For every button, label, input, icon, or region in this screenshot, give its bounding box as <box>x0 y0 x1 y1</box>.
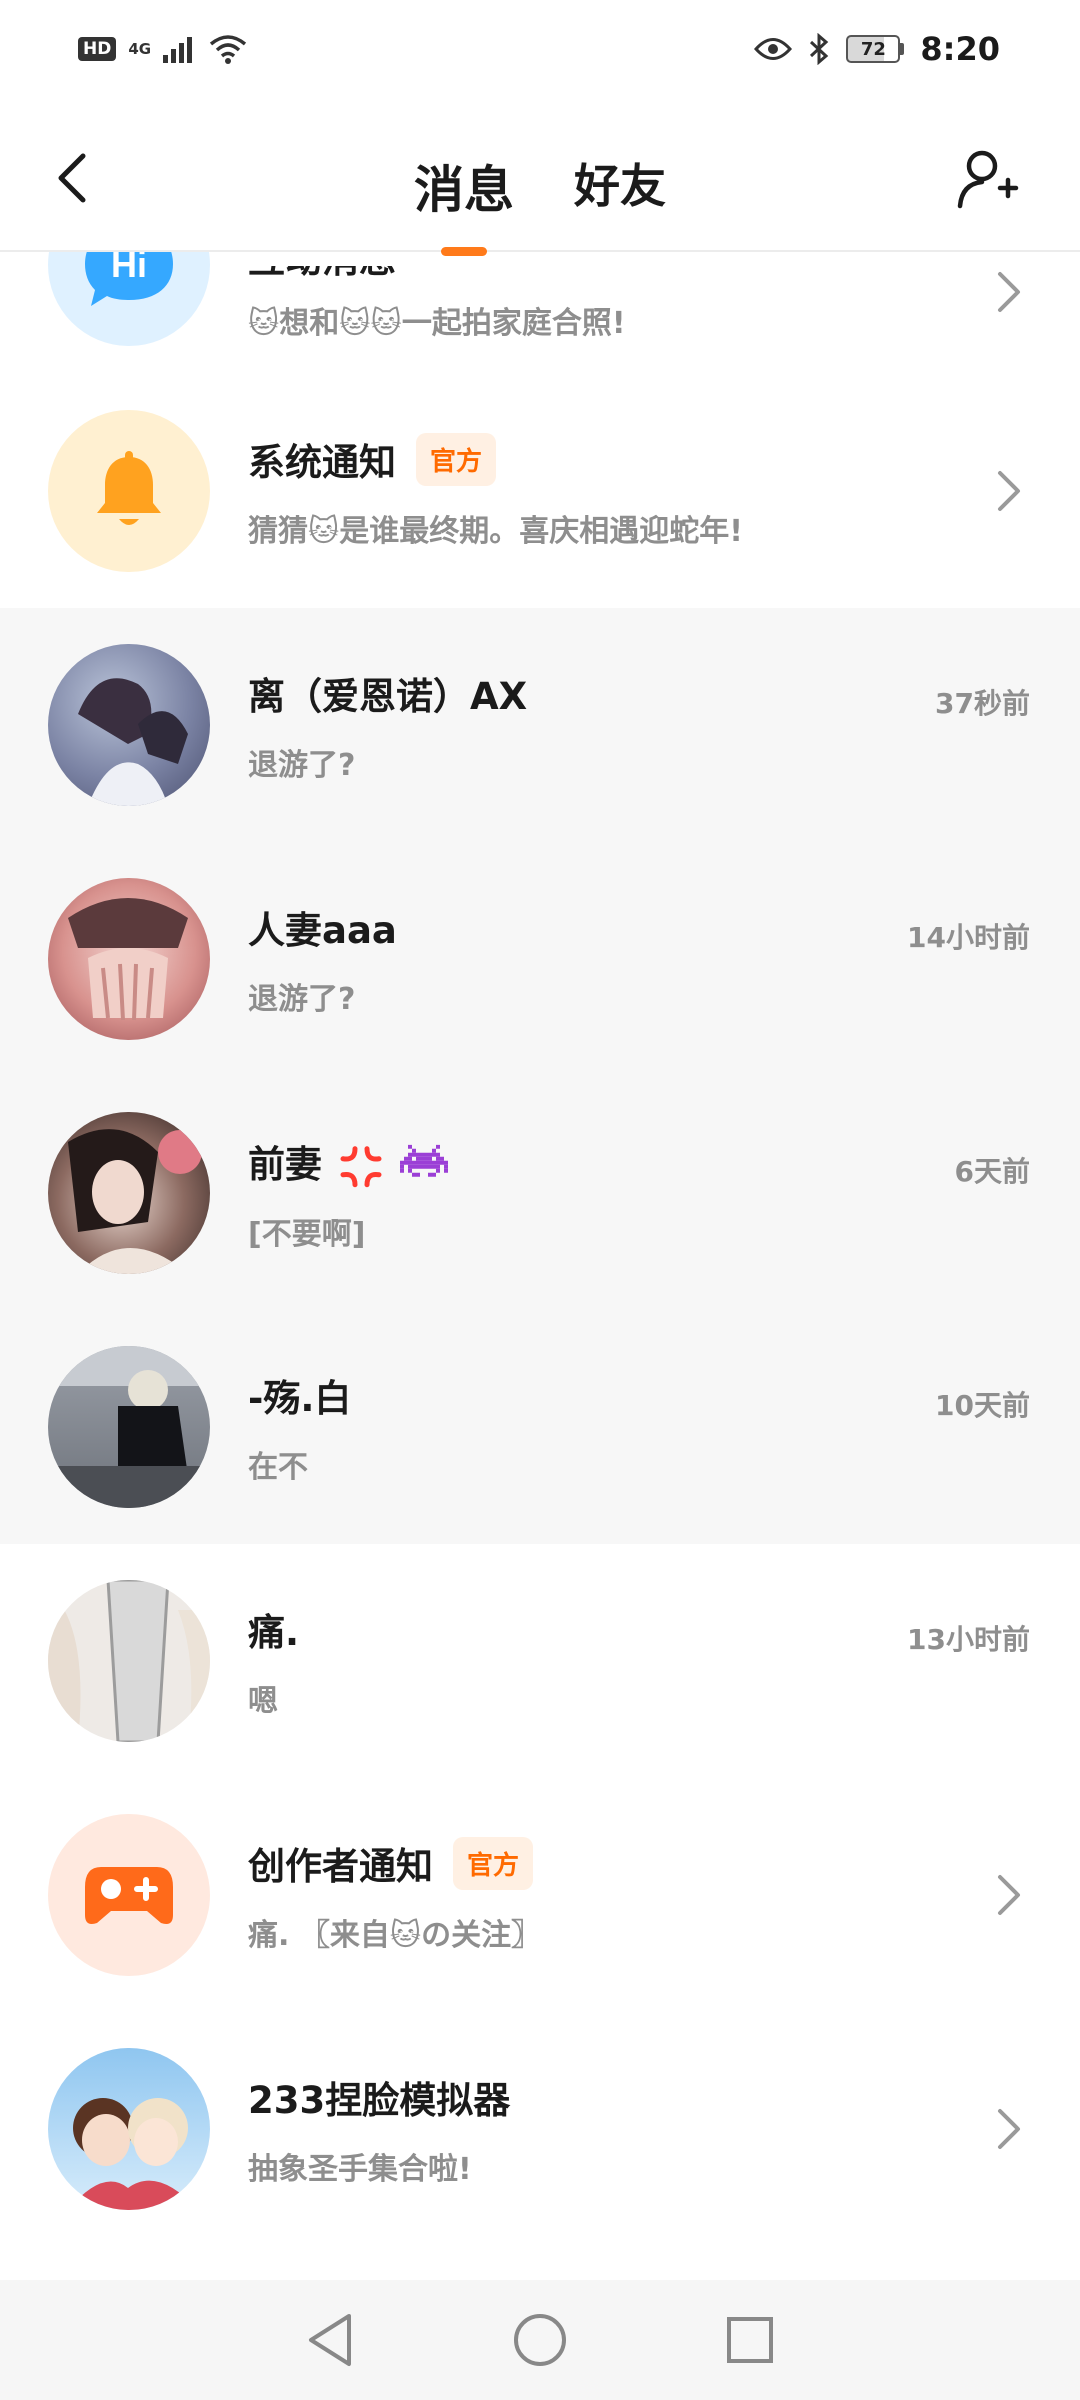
clock: 8:20 <box>920 30 1000 68</box>
add-user-icon <box>957 150 1019 209</box>
message-preview: 嗯 <box>248 1684 278 1719</box>
message-preview: 退游了? <box>248 748 356 783</box>
message-list: Hi 互动消息 🐱想和🐱🐱一起拍家庭合照! 系统通知 官方 猜猜🐱是谁最终期。喜… <box>0 252 1080 2280</box>
message-time: 10天前 <box>935 1389 1030 1422</box>
message-content: 离（爱恩诺）AX 退游了? <box>248 666 970 784</box>
tab-messages[interactable]: 消息 <box>410 150 518 256</box>
message-content: 前妻 [不要啊] <box>248 1134 970 1253</box>
status-bar: HD 4G 72 8:20 <box>0 0 1080 110</box>
tab-messages-label: 消息 <box>414 161 514 219</box>
message-time: 37秒前 <box>935 687 1030 720</box>
add-friend-button[interactable] <box>952 142 1024 214</box>
official-badge: 官方 <box>453 1836 534 1890</box>
wifi-icon <box>209 35 247 64</box>
message-preview: 猜猜🐱是谁最终期。喜庆相遇迎蛇年! <box>248 514 743 549</box>
anime-avatar <box>48 878 210 1040</box>
circle-home-icon <box>514 2314 566 2366</box>
message-content: -殇.白 在不 <box>248 1368 970 1486</box>
chevron-right-icon <box>998 1875 1020 1915</box>
signal-icon <box>163 37 193 63</box>
hd-icon: HD <box>78 37 117 61</box>
nav-back-button[interactable] <box>295 2305 365 2375</box>
tab-active-indicator <box>441 247 487 256</box>
message-name: 系统通知 <box>248 441 396 484</box>
message-preview: 痛. 〖来自🐱の关注〗 <box>248 1918 542 1953</box>
message-name: 痛. <box>248 1611 300 1654</box>
message-name: -殇.白 <box>248 1377 352 1420</box>
square-recents-icon <box>727 2317 773 2363</box>
message-content: 系统通知 官方 猜猜🐱是谁最终期。喜庆相遇迎蛇年! <box>248 432 970 550</box>
message-time: 14小时前 <box>907 921 1030 954</box>
list-item[interactable]: 前妻 [不要啊] 6天前 <box>0 1076 1080 1310</box>
official-badge: 官方 <box>416 432 497 486</box>
photo-avatar <box>48 1580 210 1742</box>
message-content: 互动消息 🐱想和🐱🐱一起拍家庭合照! <box>248 266 970 342</box>
gamepad-icon <box>48 1814 210 1976</box>
list-item[interactable]: 离（爱恩诺）AX 退游了? 37秒前 <box>0 608 1080 842</box>
eye-icon <box>754 38 793 60</box>
chevron-right-icon <box>998 471 1020 511</box>
nav-recents-button[interactable] <box>715 2305 785 2375</box>
message-time: 6天前 <box>954 1155 1030 1188</box>
message-time: 13小时前 <box>907 1623 1030 1656</box>
alien-monster-emoji <box>399 1144 448 1177</box>
system-nav-bar <box>0 2280 1080 2400</box>
tab-friends[interactable]: 好友 <box>570 150 670 222</box>
message-name-clipped: 互动消息 <box>248 266 970 278</box>
photo-avatar <box>48 1112 210 1274</box>
list-item[interactable]: 创作者通知 官方 痛. 〖来自🐱の关注〗 <box>0 1778 1080 2012</box>
triangle-back-icon <box>309 2314 351 2366</box>
message-preview: 在不 <box>248 1450 308 1485</box>
bluetooth-icon <box>810 33 829 65</box>
anime-avatar <box>48 2048 210 2210</box>
message-preview: 🐱想和🐱🐱一起拍家庭合照! <box>248 306 626 341</box>
message-name: 人妻aaa <box>248 909 397 952</box>
network-label: 4G <box>128 40 152 58</box>
status-right: 72 8:20 <box>754 30 1000 68</box>
message-name: 创作者通知 <box>248 1845 433 1888</box>
list-item[interactable]: -殇.白 在不 10天前 <box>0 1310 1080 1544</box>
status-left: HD 4G <box>78 34 247 64</box>
message-name: 离（爱恩诺）AX <box>248 675 528 718</box>
message-content: 人妻aaa 退游了? <box>248 900 970 1018</box>
list-item[interactable]: 233捏脸模拟器 抽象圣手集合啦! <box>0 2012 1080 2246</box>
chevron-right-icon <box>998 272 1020 312</box>
list-item[interactable]: 痛. 嗯 13小时前 <box>0 1544 1080 1778</box>
nav-home-button[interactable] <box>505 2305 575 2375</box>
chevron-right-icon <box>998 2109 1020 2149</box>
photo-avatar <box>48 1346 210 1508</box>
tab-friends-label: 好友 <box>574 159 666 213</box>
message-preview: [不要啊] <box>248 1216 366 1252</box>
anime-avatar <box>48 644 210 806</box>
list-item[interactable]: 系统通知 官方 猜猜🐱是谁最终期。喜庆相遇迎蛇年! <box>0 374 1080 608</box>
svg-text:Hi: Hi <box>111 252 147 285</box>
message-preview: 退游了? <box>248 982 356 1017</box>
message-preview: 抽象圣手集合啦! <box>248 2152 472 2187</box>
anger-emoji <box>340 1145 382 1187</box>
message-name: 233捏脸模拟器 <box>248 2079 511 2122</box>
tab-bar: 消息 好友 <box>0 150 1080 256</box>
message-name: 前妻 <box>248 1134 448 1189</box>
bell-icon <box>48 410 210 572</box>
battery-level: 72 <box>846 35 901 63</box>
header: 消息 好友 <box>0 110 1080 256</box>
battery-icon: 72 <box>846 35 905 63</box>
hi-bubble-icon: Hi <box>48 252 210 346</box>
list-item[interactable]: 人妻aaa 退游了? 14小时前 <box>0 842 1080 1076</box>
message-content: 创作者通知 官方 痛. 〖来自🐱の关注〗 <box>248 1836 970 1954</box>
list-item[interactable]: Hi 互动消息 🐱想和🐱🐱一起拍家庭合照! <box>0 252 1080 374</box>
message-content: 233捏脸模拟器 抽象圣手集合啦! <box>248 2070 970 2188</box>
message-content: 痛. 嗯 <box>248 1602 970 1720</box>
